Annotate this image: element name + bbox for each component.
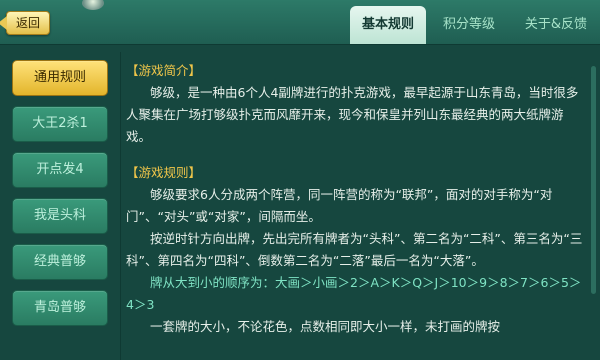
- back-button[interactable]: 返回: [0, 11, 50, 35]
- sidebar: 通用规则 大王2杀1 开点发4 我是头科 经典普够 青岛普够: [12, 60, 108, 336]
- sidebar-item-open-point-4[interactable]: 开点发4: [12, 152, 108, 188]
- top-bar: 返回 基本规则 积分等级 关于&反馈: [0, 0, 600, 45]
- rules-section-title: 【游戏规则】: [126, 165, 202, 180]
- tab-basic-rules[interactable]: 基本规则: [350, 6, 426, 44]
- rules-paragraph-ranking: 按逆时针方向出牌，先出完所有牌者为“头科”、第二名为“二科”、第三名为“三科”、…: [126, 231, 583, 268]
- content-scrollbar[interactable]: [591, 66, 596, 294]
- tab-about-feedback[interactable]: 关于&反馈: [512, 6, 600, 44]
- card-order-text: 牌从大到小的顺序为：大画＞小画＞2＞A＞K＞Q＞J＞10＞9＞8＞7＞6＞5＞4…: [126, 275, 582, 312]
- rules-content[interactable]: 【游戏简介】 够级，是一种由6个人4副牌进行的扑克游戏，最早起源于山东青岛，当时…: [126, 60, 586, 360]
- sidebar-item-qingdao[interactable]: 青岛普够: [12, 290, 108, 326]
- sidebar-item-i-am-first[interactable]: 我是头科: [12, 198, 108, 234]
- sidebar-item-king-2-kill-1[interactable]: 大王2杀1: [12, 106, 108, 142]
- intro-section-title: 【游戏简介】: [126, 63, 202, 78]
- tab-bar: 基本规则 积分等级 关于&反馈: [346, 6, 600, 44]
- rules-paragraph-teams: 够级要求6人分成两个阵营，同一阵营的称为“联邦”，面对的对手称为“对门”、“对头…: [126, 187, 553, 224]
- logo-icon: [82, 0, 104, 10]
- intro-paragraph: 够级，是一种由6个人4副牌进行的扑克游戏，最早起源于山东青岛，当时很多人聚集在广…: [126, 85, 579, 144]
- rules-paragraph-suits: 一套牌的大小，不论花色，点数相同即大小一样，未打画的牌按: [150, 319, 501, 334]
- divider: [120, 52, 121, 360]
- sidebar-item-general-rules[interactable]: 通用规则: [12, 60, 108, 96]
- tab-score-levels[interactable]: 积分等级: [430, 6, 508, 44]
- sidebar-item-classic[interactable]: 经典普够: [12, 244, 108, 280]
